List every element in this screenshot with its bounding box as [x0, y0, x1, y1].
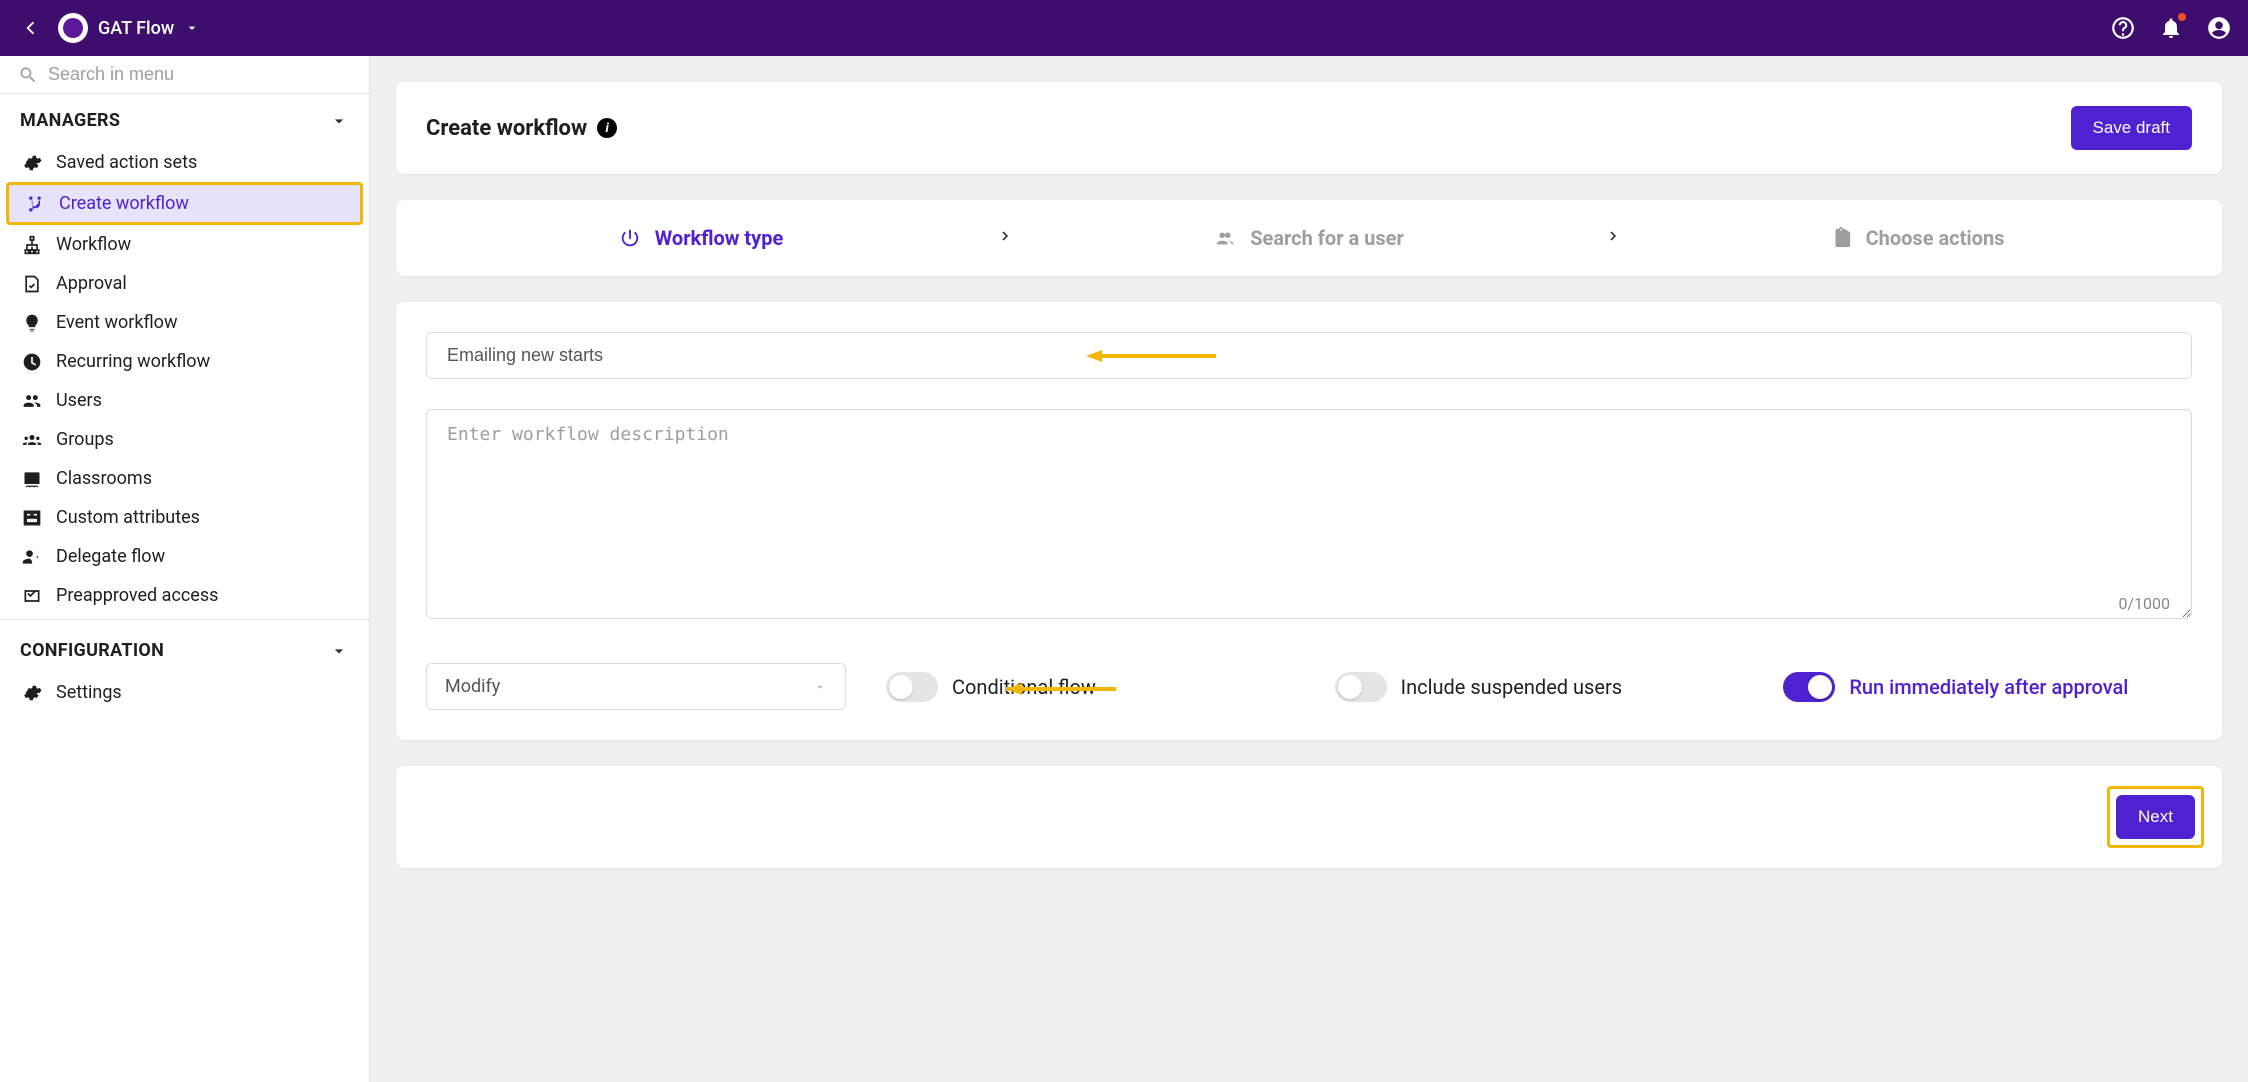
sidebar-item-groups[interactable]: Groups — [0, 420, 369, 459]
sidebar-item-label: Users — [56, 390, 102, 411]
chevron-down-icon — [329, 641, 349, 661]
sidebar-item-label: Saved action sets — [56, 152, 197, 173]
step-arrow-icon — [976, 227, 1034, 249]
help-icon[interactable] — [2110, 15, 2136, 41]
groups-icon — [22, 430, 42, 450]
toggle-switch[interactable] — [1783, 672, 1835, 702]
sidebar-item-delegate-flow[interactable]: Delegate flow — [0, 537, 369, 576]
users-icon — [22, 391, 42, 411]
sidebar-item-label: Event workflow — [56, 312, 177, 333]
step-workflow-type[interactable]: Workflow type — [426, 226, 976, 250]
content-area: Create workflow i Save draft Workflow ty… — [370, 56, 2248, 1082]
sidebar-item-label: Create workflow — [59, 193, 189, 214]
stepper-card: Workflow type Search for a user Choose a… — [396, 200, 2222, 276]
sidebar-item-create-workflow[interactable]: Create workflow — [6, 182, 363, 225]
sidebar-item-classrooms[interactable]: Classrooms — [0, 459, 369, 498]
clock-icon — [22, 352, 42, 372]
sidebar-item-label: Recurring workflow — [56, 351, 210, 372]
search-icon — [18, 65, 38, 85]
section-configuration[interactable]: CONFIGURATION — [0, 624, 369, 673]
chevron-down-icon — [329, 111, 349, 131]
power-icon — [619, 227, 641, 249]
sidebar-item-settings[interactable]: Settings — [0, 673, 369, 712]
chevron-down-icon — [184, 20, 200, 36]
classroom-icon — [22, 469, 42, 489]
step-label: Choose actions — [1866, 226, 2005, 250]
toggle-switch[interactable] — [886, 672, 938, 702]
sidebar-item-label: Preapproved access — [56, 585, 218, 606]
notification-dot — [2178, 13, 2186, 21]
brand-label: GAT Flow — [98, 18, 174, 39]
sidebar-item-label: Workflow — [56, 234, 131, 255]
attributes-icon — [22, 508, 42, 528]
sidebar-item-preapproved-access[interactable]: Preapproved access — [0, 576, 369, 615]
title-card: Create workflow i Save draft — [396, 82, 2222, 174]
toggle-include-suspended[interactable]: Include suspended users — [1335, 672, 1744, 702]
gear-icon — [22, 683, 42, 703]
workflow-name-input[interactable] — [426, 332, 2192, 379]
sidebar-item-workflow[interactable]: Workflow — [0, 225, 369, 264]
sidebar-item-label: Delegate flow — [56, 546, 165, 567]
step-label: Search for a user — [1250, 226, 1404, 250]
top-bar: GAT Flow — [0, 0, 2248, 56]
page-title: Create workflow — [426, 116, 587, 141]
char-count: 0/1000 — [2118, 594, 2170, 613]
sidebar-item-label: Classrooms — [56, 468, 152, 489]
next-button[interactable]: Next — [2116, 795, 2195, 839]
collapse-sidebar-icon[interactable] — [16, 15, 42, 41]
info-icon[interactable]: i — [597, 118, 617, 138]
toggle-switch[interactable] — [1335, 672, 1387, 702]
sidebar-item-event-workflow[interactable]: Event workflow — [0, 303, 369, 342]
sidebar: MANAGERS Saved action sets Create workfl… — [0, 56, 370, 1082]
people-icon — [1214, 227, 1236, 249]
sidebar-item-label: Custom attributes — [56, 507, 200, 528]
sidebar-item-users[interactable]: Users — [0, 381, 369, 420]
sidebar-item-approval[interactable]: Approval — [0, 264, 369, 303]
chevron-down-icon — [813, 680, 827, 694]
sidebar-item-saved-action-sets[interactable]: Saved action sets — [0, 143, 369, 182]
toggle-conditional-flow[interactable]: Conditional flow — [886, 672, 1295, 702]
sidebar-item-custom-attributes[interactable]: Custom attributes — [0, 498, 369, 537]
delegate-icon — [22, 547, 42, 567]
step-label: Workflow type — [655, 226, 784, 250]
toggle-run-immediately[interactable]: Run immediately after approval — [1783, 672, 2192, 702]
lightbulb-icon — [22, 313, 42, 333]
section-label: CONFIGURATION — [20, 640, 164, 661]
toggle-label: Include suspended users — [1401, 675, 1622, 699]
save-draft-button[interactable]: Save draft — [2071, 106, 2193, 150]
sidebar-search-input[interactable] — [48, 64, 351, 85]
workflow-description-input[interactable] — [426, 409, 2192, 619]
preapproved-icon — [22, 586, 42, 606]
account-icon[interactable] — [2206, 15, 2232, 41]
sidebar-item-label: Settings — [56, 682, 122, 703]
step-arrow-icon — [1584, 227, 1642, 249]
clipboard-icon — [1830, 227, 1852, 249]
step-choose-actions[interactable]: Choose actions — [1642, 226, 2192, 250]
gear-plus-icon — [22, 153, 42, 173]
brand-logo-icon — [58, 13, 88, 43]
toggle-label: Run immediately after approval — [1849, 675, 2128, 699]
sidebar-item-label: Groups — [56, 429, 114, 450]
toggle-label: Conditional flow — [952, 675, 1096, 699]
notifications-icon[interactable] — [2158, 15, 2184, 41]
brand-switcher[interactable]: GAT Flow — [58, 13, 200, 43]
form-card: 0/1000 Modify Conditional flow — [396, 302, 2222, 740]
footer-card: Next — [396, 766, 2222, 868]
sidebar-search[interactable] — [0, 56, 369, 94]
next-button-highlight: Next — [2107, 786, 2204, 848]
workflow-action-select[interactable]: Modify — [426, 663, 846, 710]
select-value: Modify — [445, 676, 500, 697]
approval-icon — [22, 274, 42, 294]
step-search-user[interactable]: Search for a user — [1034, 226, 1584, 250]
section-label: MANAGERS — [20, 110, 120, 131]
section-managers[interactable]: MANAGERS — [0, 94, 369, 143]
branch-icon — [25, 194, 45, 214]
sidebar-item-label: Approval — [56, 273, 127, 294]
sitemap-icon — [22, 235, 42, 255]
sidebar-item-recurring-workflow[interactable]: Recurring workflow — [0, 342, 369, 381]
